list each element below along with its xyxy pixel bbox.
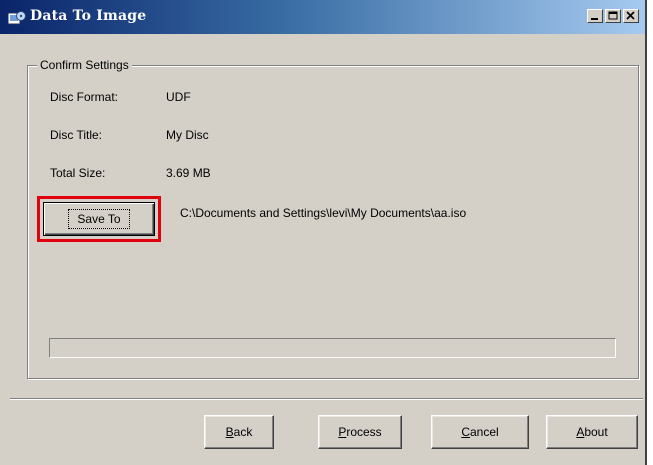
close-icon[interactable] [623, 9, 639, 23]
disc-format-value: UDF [166, 90, 191, 104]
back-mnemonic: B [225, 425, 234, 439]
save-to-button-label: Save To [68, 209, 130, 229]
title-bar[interactable]: Data To Image [0, 0, 645, 34]
about-button[interactable]: About [546, 415, 638, 449]
minimize-icon[interactable] [587, 9, 603, 23]
window-title: Data To Image [30, 8, 147, 24]
disc-format-label: Disc Format: [50, 90, 119, 104]
cancel-label-rest: ancel [469, 425, 499, 439]
cancel-button[interactable]: Cancel [431, 415, 529, 449]
about-label-rest: bout [584, 425, 608, 439]
back-button[interactable]: Back [204, 415, 274, 449]
save-to-button[interactable]: Save To [43, 202, 155, 236]
disc-image-app-icon [7, 10, 26, 26]
disc-title-value: My Disc [166, 128, 209, 142]
process-label-rest: rocess [346, 425, 382, 439]
save-path: C:\Documents and Settings\levi\My Docume… [180, 206, 467, 220]
data-to-image-window: Data To Image Confirm Settings Disc Form… [0, 0, 647, 465]
group-label: Confirm Settings [37, 58, 132, 72]
disc-title-label: Disc Title: [50, 128, 103, 142]
process-mnemonic: P [338, 425, 347, 439]
total-size-value: 3.69 MB [166, 166, 211, 180]
about-mnemonic: A [576, 425, 585, 439]
maximize-icon[interactable] [605, 9, 621, 23]
progress-bar [49, 338, 616, 358]
footer-separator [10, 398, 643, 400]
process-button[interactable]: Process [318, 415, 402, 449]
cancel-mnemonic: C [461, 425, 470, 439]
caption-buttons [585, 9, 639, 25]
total-size-label: Total Size: [50, 166, 106, 180]
back-label-rest: ack [233, 425, 253, 439]
